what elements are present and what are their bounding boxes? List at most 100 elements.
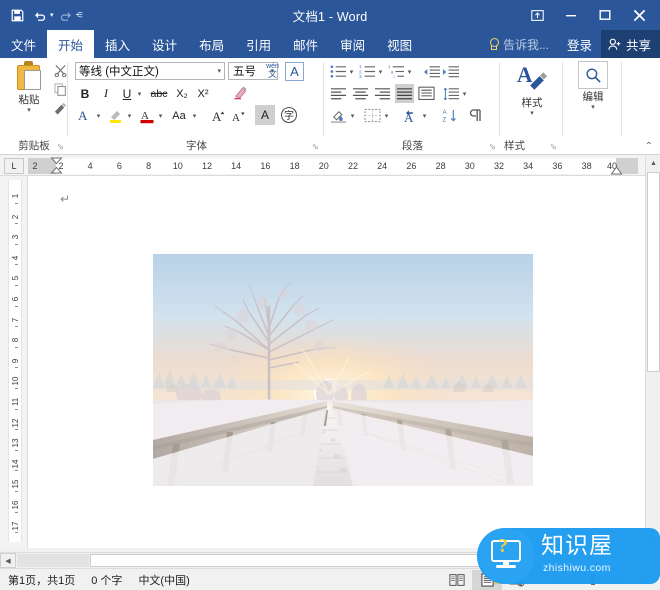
winter-bridge-photo[interactable]: [153, 254, 533, 486]
editing-button[interactable]: 编辑 ▾: [570, 61, 616, 112]
horizontal-ruler-track[interactable]: 2 40 2 4 6 8 10 12 14 16 18 20 22 24 26 28 30 32 34 36 38: [28, 157, 638, 176]
scroll-down-button[interactable]: ▼: [646, 533, 660, 548]
bold-button[interactable]: B: [76, 84, 94, 103]
tab-home[interactable]: 开始: [47, 30, 95, 58]
bullets-dropdown-icon[interactable]: ▾: [347, 62, 356, 81]
font-name-combo[interactable]: 等线 (中文正文) ▾: [75, 62, 225, 80]
tab-file[interactable]: 文件: [0, 30, 47, 58]
font-color-button[interactable]: A: [137, 106, 156, 125]
multilevel-dropdown-icon[interactable]: ▾: [405, 62, 414, 81]
right-indent-marker[interactable]: [610, 166, 623, 176]
distributed-align-button[interactable]: [417, 84, 436, 103]
asian-layout-button[interactable]: A: [401, 106, 420, 125]
document-page[interactable]: ↵: [28, 176, 638, 548]
justify-button[interactable]: [395, 84, 414, 103]
line-spacing-button[interactable]: [442, 84, 461, 103]
tab-insert[interactable]: 插入: [94, 30, 141, 58]
tab-mailings[interactable]: 邮件: [282, 30, 329, 58]
increase-indent-button[interactable]: [441, 62, 460, 81]
language-indicator[interactable]: 中文(中国): [130, 572, 197, 588]
tell-me-box[interactable]: 告诉我...: [479, 30, 558, 58]
numbering-button[interactable]: 123: [358, 62, 377, 81]
asian-layout-dropdown-icon[interactable]: ▾: [420, 106, 429, 125]
vertical-scroll-thumb[interactable]: [647, 172, 660, 372]
numbering-dropdown-icon[interactable]: ▾: [376, 62, 385, 81]
change-case-dropdown-icon[interactable]: ▾: [190, 106, 199, 125]
align-left-button[interactable]: [329, 84, 348, 103]
phonetic-guide-button[interactable]: wén 文: [263, 61, 282, 81]
maximize-button[interactable]: [588, 1, 622, 29]
text-effects-dropdown-icon[interactable]: ▾: [94, 106, 103, 125]
clipboard-dialog-launcher[interactable]: ⬂: [56, 142, 65, 151]
change-case-button[interactable]: Aa: [168, 106, 190, 125]
tab-stop-selector[interactable]: L: [4, 158, 24, 174]
view-print-layout-button[interactable]: [472, 569, 502, 590]
underline-dropdown-icon[interactable]: ▾: [135, 84, 144, 103]
styles-button[interactable]: A 样式 ▾: [509, 61, 555, 118]
scroll-left-button[interactable]: ◀: [0, 553, 16, 568]
horizontal-ruler[interactable]: L 2 40 2 4 6 8 10 12 14 16 18 20 22 24 26 28 30 32 34 36 3…: [0, 156, 645, 176]
enclose-characters-button[interactable]: 字: [279, 105, 299, 125]
borders-dropdown-icon[interactable]: ▾: [382, 106, 391, 125]
styles-dialog-launcher[interactable]: ⬂: [549, 142, 558, 151]
close-button[interactable]: [622, 1, 656, 29]
show-formatting-marks-button[interactable]: [465, 106, 484, 125]
collapse-ribbon-button[interactable]: ⌃: [645, 141, 653, 152]
line-spacing-dropdown-icon[interactable]: ▾: [460, 84, 469, 103]
ribbon-display-options-icon[interactable]: [520, 1, 554, 29]
document-canvas[interactable]: ↵: [28, 176, 645, 548]
character-border-button[interactable]: A: [285, 62, 304, 81]
paste-dropdown-icon[interactable]: ▾: [8, 106, 50, 114]
tab-design[interactable]: 设计: [141, 30, 188, 58]
copy-button[interactable]: [52, 81, 68, 98]
view-read-mode-button[interactable]: [442, 570, 472, 590]
scroll-up-button[interactable]: ▲: [646, 156, 660, 171]
horizontal-scroll-thumb[interactable]: [90, 554, 530, 567]
font-dialog-launcher[interactable]: ⬂: [311, 142, 320, 151]
horizontal-scroll-track[interactable]: [17, 554, 89, 567]
page-indicator[interactable]: 第1页，共1页: [0, 572, 83, 588]
minimize-button[interactable]: [554, 1, 588, 29]
paste-button[interactable]: 粘贴 ▾: [8, 61, 50, 114]
strikethrough-button[interactable]: abc: [147, 84, 171, 103]
grow-font-button[interactable]: A: [209, 106, 228, 125]
format-painter-button[interactable]: [52, 100, 68, 117]
italic-button[interactable]: I: [97, 84, 115, 103]
shrink-font-button[interactable]: A: [229, 106, 248, 125]
zoom-out-button[interactable]: -: [538, 574, 548, 586]
multilevel-list-button[interactable]: 1ai: [387, 62, 406, 81]
subscript-button[interactable]: X₂: [173, 84, 191, 103]
tab-view[interactable]: 视图: [376, 30, 423, 58]
character-shading-button[interactable]: A: [255, 105, 275, 125]
styles-dropdown-icon[interactable]: ▾: [509, 110, 555, 118]
sort-button[interactable]: AZ: [441, 106, 460, 125]
zoom-control[interactable]: - +: [532, 574, 654, 586]
vertical-scrollbar[interactable]: ▲ ▼: [645, 156, 660, 548]
font-name-dropdown-icon[interactable]: ▾: [217, 67, 221, 75]
horizontal-scrollbar[interactable]: ◀: [0, 552, 645, 568]
shading-button[interactable]: [329, 106, 348, 125]
paragraph-dialog-launcher[interactable]: ⬂: [488, 142, 497, 151]
shading-dropdown-icon[interactable]: ▾: [348, 106, 357, 125]
highlight-dropdown-icon[interactable]: ▾: [125, 106, 134, 125]
tab-review[interactable]: 审阅: [329, 30, 376, 58]
zoom-slider[interactable]: [553, 574, 633, 585]
text-effects-button[interactable]: A: [75, 106, 94, 125]
zoom-slider-thumb[interactable]: [591, 574, 595, 585]
align-right-button[interactable]: [373, 84, 392, 103]
align-center-button[interactable]: [351, 84, 370, 103]
sign-in-button[interactable]: 登录: [558, 30, 601, 58]
vertical-ruler[interactable]: 1 2 3 4 5 6 7 8 9 10 11 12 13 14 15 16 17: [0, 176, 28, 548]
share-button[interactable]: 共享: [600, 30, 660, 58]
view-web-layout-button[interactable]: [502, 570, 532, 590]
borders-button[interactable]: [363, 106, 382, 125]
decrease-indent-button[interactable]: [422, 62, 441, 81]
tab-layout[interactable]: 布局: [188, 30, 235, 58]
editing-dropdown-icon[interactable]: ▾: [570, 104, 616, 112]
clear-formatting-button[interactable]: [229, 83, 251, 102]
word-count[interactable]: 0 个字: [83, 572, 130, 588]
tab-references[interactable]: 引用: [235, 30, 282, 58]
bullets-button[interactable]: [329, 62, 348, 81]
underline-button[interactable]: U: [118, 84, 136, 103]
text-highlight-button[interactable]: [106, 106, 125, 125]
